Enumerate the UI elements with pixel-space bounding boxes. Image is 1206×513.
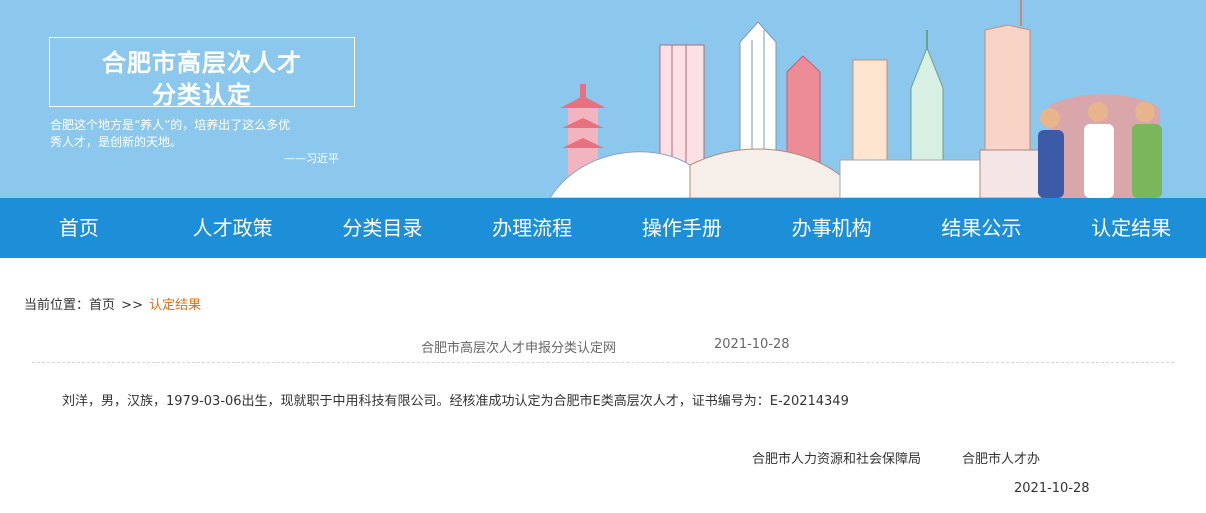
article-content: 刘洋，男，汉族，1979-03-06出生，现就职于中用科技有限公司。经核准成功认… <box>62 394 849 409</box>
nav-item-process[interactable]: 办理流程 <box>457 198 607 258</box>
breadcrumb-home-link[interactable]: 首页 <box>89 298 115 313</box>
signatory-hrss-bureau: 合肥市人力资源和社会保障局 <box>752 452 922 467</box>
people-illustration <box>1038 102 1162 198</box>
nav-item-home[interactable]: 首页 <box>0 198 158 258</box>
nav-item-category-catalog[interactable]: 分类目录 <box>307 198 457 258</box>
signatory-talent-office: 合肥市人才办 <box>962 452 1041 467</box>
signed-date: 2021-10-28 <box>1014 481 1090 496</box>
city-skyline-illustration <box>549 0 1162 198</box>
nav-item-manual[interactable]: 操作手册 <box>607 198 757 258</box>
article-source: 合肥市高层次人才申报分类认定网 <box>421 341 617 356</box>
nav-item-agencies[interactable]: 办事机构 <box>757 198 907 258</box>
quote-author: ——习近平 <box>284 152 339 165</box>
quote-line1: 合肥这个地方是“养人”的，培养出了这么多优 <box>50 118 291 132</box>
banner-quote: 合肥这个地方是“养人”的，培养出了这么多优 秀人才，是创新的天地。 <box>50 117 370 151</box>
site-title-line1: 合肥市高层次人才 <box>102 48 302 77</box>
breadcrumb-prefix: 当前位置： <box>24 298 90 313</box>
header-banner: 合肥市高层次人才 分类认定 合肥这个地方是“养人”的，培养出了这么多优 秀人才，… <box>0 0 1206 198</box>
site-title-line2: 分类认定 <box>152 80 252 109</box>
nav-item-certification-results[interactable]: 认定结果 <box>1056 198 1206 258</box>
breadcrumb-separator: >> <box>121 298 143 313</box>
nav-item-talent-policy[interactable]: 人才政策 <box>158 198 308 258</box>
main-nav: 首页 人才政策 分类目录 办理流程 操作手册 办事机构 结果公示 认定结果 <box>0 198 1206 258</box>
article-date: 2021-10-28 <box>714 337 790 352</box>
site-title-box: 合肥市高层次人才 分类认定 <box>49 37 355 109</box>
divider <box>32 362 1174 363</box>
breadcrumb: 当前位置：首页 >> 认定结果 <box>24 294 201 313</box>
nav-item-public-results[interactable]: 结果公示 <box>906 198 1056 258</box>
breadcrumb-current[interactable]: 认定结果 <box>149 298 201 313</box>
quote-line2: 秀人才，是创新的天地。 <box>50 135 183 149</box>
